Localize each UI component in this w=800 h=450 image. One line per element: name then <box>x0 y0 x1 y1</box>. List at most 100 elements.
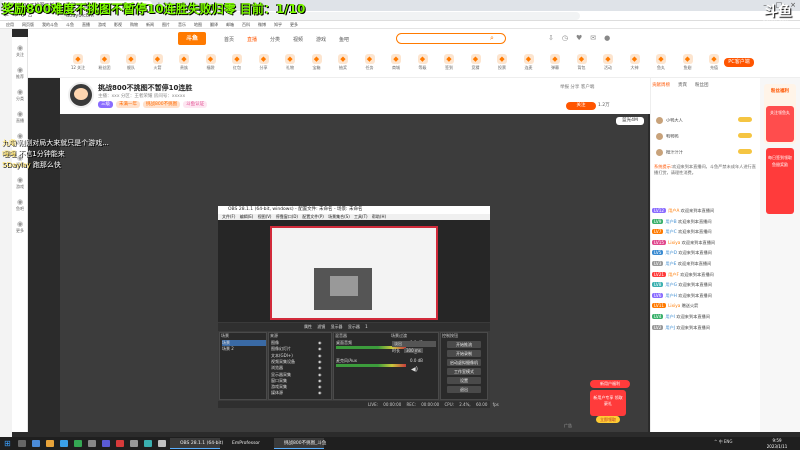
obs-menu-item[interactable]: 帮助(H) <box>372 214 386 219</box>
toolbar-item[interactable]: ◆ 活动 <box>596 54 620 71</box>
obs-menu-item[interactable]: 配置文件(P) <box>302 214 324 219</box>
tab-weekly-rank[interactable]: 贡献周榜 <box>652 83 670 88</box>
sidebar-item[interactable]: ◉ 鱼吧 <box>12 198 28 212</box>
obs-source-item[interactable]: 媒体源 <box>271 390 283 396</box>
toolbar-item[interactable]: ◆ 12 关注 <box>66 54 90 71</box>
search-icon[interactable] <box>18 440 26 447</box>
toolbar-item[interactable]: ◆ 竞猜 <box>464 54 488 71</box>
eye-icon[interactable]: ◉ <box>318 384 322 389</box>
site-logo[interactable]: 斗鱼 <box>178 32 206 45</box>
header-nav-item[interactable]: 视频 <box>293 36 303 43</box>
eye-icon[interactable]: ◉ <box>318 346 322 351</box>
toolbar-item[interactable]: ◆ 背包 <box>570 54 594 71</box>
sidebar-item[interactable]: ◉ 关注 <box>12 44 28 58</box>
chat-username[interactable]: Lixiya <box>668 303 680 308</box>
sidebar-item[interactable]: ◉ 直播 <box>12 110 28 124</box>
message-icon[interactable]: ✉ <box>590 34 604 42</box>
toolbar-item[interactable]: ◆ 商城 <box>384 54 408 71</box>
sidebar-item[interactable]: ◉ 游戏 <box>12 176 28 190</box>
chrome-icon[interactable] <box>74 440 82 447</box>
app-icon[interactable] <box>116 440 124 447</box>
edge-icon[interactable] <box>60 440 68 447</box>
bookmark-item[interactable]: 应用 <box>6 22 14 27</box>
bookmark-item[interactable]: 斗鱼 <box>66 22 74 27</box>
bookmark-item[interactable]: 我的斗鱼 <box>42 22 58 27</box>
bookmark-item[interactable]: 知乎 <box>274 22 282 27</box>
chat-username[interactable]: 用户A <box>668 208 679 213</box>
obs-source-item[interactable]: 窗口采集 <box>271 378 287 384</box>
tag[interactable]: 挑战800不挑图 <box>143 101 181 108</box>
bookmark-item[interactable]: 微博 <box>258 22 266 27</box>
header-nav-item[interactable]: 首页 <box>224 36 234 43</box>
taskbar-app-browser[interactable]: 挑战800不挑图_斗鱼 <box>274 438 326 449</box>
eye-icon[interactable]: ◉ <box>318 365 322 370</box>
obs-source-tab[interactable]: 属性 <box>304 324 312 329</box>
obs-control-button[interactable]: 设置 <box>447 377 481 384</box>
chat-username[interactable]: 用户C <box>665 229 676 234</box>
promo-claim-button[interactable]: 立即领取 <box>596 416 620 423</box>
user-icon[interactable]: ● <box>604 34 618 42</box>
taskbar-app-emprofessor[interactable]: EmProfessor <box>222 438 272 449</box>
rank-row[interactable]: 橙汁汁汁 <box>656 149 756 156</box>
obs-source-tab[interactable]: 显示器 1 <box>348 324 368 329</box>
windows-start-icon[interactable]: ⊞ <box>4 439 11 448</box>
eye-icon[interactable]: ◉ <box>318 372 322 377</box>
chat-username[interactable]: 用户H <box>665 293 677 298</box>
rank-row[interactable]: 鸭鸭鸭 <box>656 133 756 140</box>
follow-button[interactable]: 关注 <box>566 102 596 110</box>
obs-source-item[interactable]: 显示器采集 <box>271 372 291 378</box>
sidebar-item[interactable]: ◉ 分类 <box>12 88 28 102</box>
rank-row[interactable]: 小鸭大人 <box>656 117 756 124</box>
obs-source-item[interactable]: 文本(GDI+) <box>271 353 293 359</box>
bookmark-item[interactable]: 直播 <box>82 22 90 27</box>
clock[interactable]: 9:59 2023/1/11 <box>762 438 792 449</box>
obs-source-item[interactable]: 图像幻灯片 <box>271 346 291 352</box>
toolbar-item[interactable]: ◆ 火箭 <box>146 54 170 71</box>
toolbar-item[interactable]: ◆ 粉丝团 <box>93 54 117 71</box>
eye-icon[interactable]: ◉ <box>318 378 322 383</box>
obs-scene-item[interactable]: 场景 2 <box>222 346 234 352</box>
obs-menu-item[interactable]: 视图(V) <box>258 214 272 219</box>
toolbar-item[interactable]: ◆ 贵族 <box>172 54 196 71</box>
pc-client-button[interactable]: PC客户端 <box>724 58 754 67</box>
resolution-button[interactable]: 蓝光4M <box>616 117 644 125</box>
obs-menu-item[interactable]: 停靠窗口(D) <box>276 214 298 219</box>
bookmark-item[interactable]: 新闻 <box>146 22 154 27</box>
bookmark-item[interactable]: 影视 <box>114 22 122 27</box>
obs-transition-select[interactable]: 淡出 <box>392 341 436 347</box>
header-nav-item[interactable]: 直播 <box>247 36 257 43</box>
toolbar-item[interactable]: ◆ 抽奖 <box>331 54 355 71</box>
chat-username[interactable]: 用户B <box>665 219 676 224</box>
obs-menu-item[interactable]: 编辑(E) <box>240 214 254 219</box>
chat-username[interactable]: 用户F <box>668 272 679 277</box>
taskbar-app-obs[interactable]: OBS 28.1.1 (64-bit) <box>170 438 223 449</box>
eye-icon[interactable]: ◉ <box>318 340 322 345</box>
obs-control-button[interactable]: 工作室模式 <box>447 368 481 375</box>
bookmark-item[interactable]: 邮箱 <box>226 22 234 27</box>
header-nav-item[interactable]: 分类 <box>270 36 280 43</box>
app-icon[interactable] <box>144 440 152 447</box>
chat-username[interactable]: Lixiya <box>668 240 680 245</box>
obs-source-item[interactable]: 视频采集设备 <box>271 359 295 365</box>
obs-source-item[interactable]: 浏览器 <box>271 365 283 371</box>
bookmark-item[interactable]: 百科 <box>242 22 250 27</box>
toolbar-item[interactable]: ◆ 充值 <box>702 54 726 71</box>
folder-icon[interactable] <box>46 440 54 447</box>
header-nav-item[interactable]: 游戏 <box>316 36 326 43</box>
obs-menu-item[interactable]: 工具(T) <box>354 214 368 219</box>
toolbar-item[interactable]: ◆ 大神 <box>623 54 647 71</box>
toolbar-item[interactable]: ◆ 投票 <box>490 54 514 71</box>
toolbar-item[interactable]: ◆ 连麦 <box>517 54 541 71</box>
bookmark-item[interactable]: 翻译 <box>210 22 218 27</box>
eye-icon[interactable]: ◉ <box>318 390 322 395</box>
header-icons[interactable]: ⇩◷♥✉● <box>548 34 618 42</box>
obs-menu-item[interactable]: 场景集合(S) <box>328 214 350 219</box>
bookmark-item[interactable]: 游戏 <box>98 22 106 27</box>
system-tray[interactable]: ^ 中 ENG <box>714 439 733 445</box>
download-icon[interactable]: ⇩ <box>548 34 562 42</box>
chat-tabs[interactable]: 贡献周榜 贵宾 粉丝团 <box>652 82 758 88</box>
tab-fans[interactable]: 粉丝团 <box>695 83 709 88</box>
bookmark-item[interactable]: 购物 <box>130 22 138 27</box>
eye-icon[interactable]: ◉ <box>318 353 322 358</box>
chat-username[interactable]: 用户D <box>665 250 677 255</box>
